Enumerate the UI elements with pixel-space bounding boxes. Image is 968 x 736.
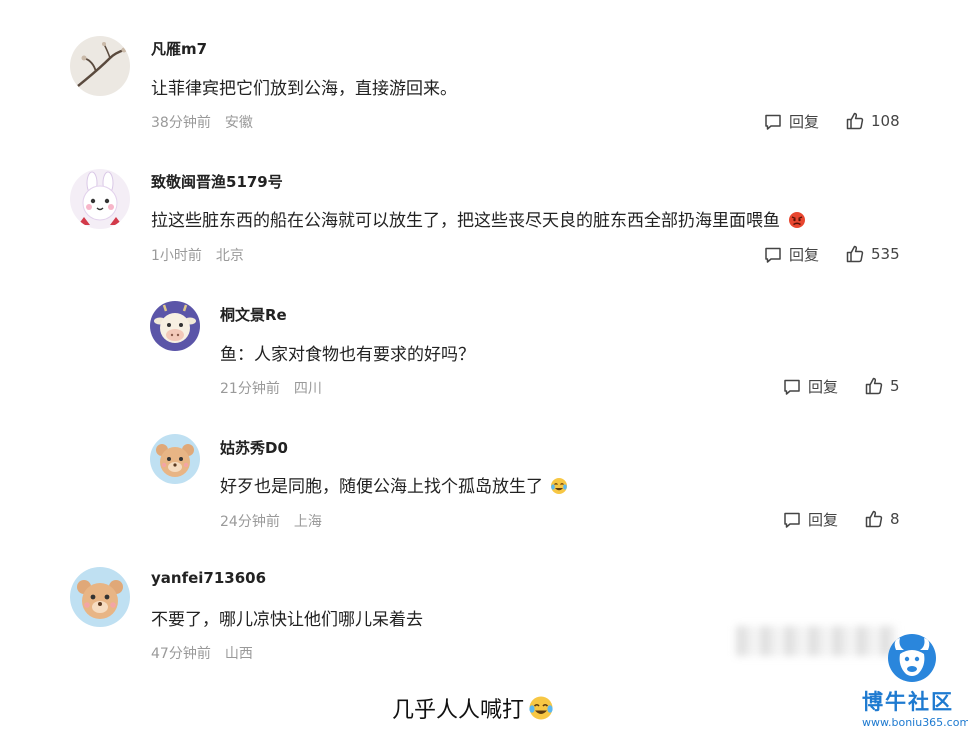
speech-bubble-icon [784,512,800,528]
avatar[interactable] [150,434,200,484]
location: 安徽 [224,115,253,131]
avatar[interactable] [70,567,130,627]
comment-text: 不要了，哪儿凉快让他们哪儿呆着去 [151,610,423,630]
image-caption: 几乎人人喊打 [392,692,554,724]
reply-label: 回复 [789,246,820,264]
reply-button[interactable]: 回复 [782,509,838,530]
thumbs-up-icon [846,245,864,263]
avatar[interactable] [150,301,200,351]
comment-meta: 38分钟前 安徽 [151,112,253,132]
comment-text: 好歹也是同胞，随便公海上找个孤岛放生了 [220,472,568,497]
comment-meta: 24分钟前 上海 [220,511,322,531]
username[interactable]: 致敬闽晋渔5179号 [151,171,283,192]
bull-logo-icon [888,634,936,682]
comment-meta: 47分钟前 山西 [151,643,253,663]
reply-label: 回复 [808,378,839,396]
speech-bubble-icon [784,379,800,395]
avatar-cartoon-cow-image [150,301,200,351]
location: 北京 [215,248,244,264]
location: 上海 [293,514,322,530]
comment-text: 鱼：人家对食物也有要求的好吗？ [220,345,475,365]
username[interactable]: 姑苏秀D0 [220,437,288,458]
avatar[interactable] [70,169,130,229]
watermark-url: www.boniu365.com [862,716,968,729]
timestamp: 38分钟前 [151,115,211,131]
like-count: 535 [871,245,900,263]
like-count: 5 [890,377,900,395]
avatar[interactable] [70,36,130,96]
avatar-cartoon-bear-image [150,434,200,484]
angry-face-emoji [788,211,806,229]
like-button[interactable]: 5 [864,376,900,396]
location: 四川 [293,381,322,397]
laughing-tears-emoji [528,695,554,721]
comment-text: 让菲律宾把它们放到公海，直接游回来。 [151,79,457,99]
reply-button[interactable]: 回复 [763,111,819,132]
timestamp: 47分钟前 [151,646,211,662]
comment-meta: 1小时前 北京 [151,245,244,265]
comment-text: 拉这些脏东西的船在公海就可以放生了，把这些丧尽天良的脏东西全部扔海里面喂鱼 [151,206,806,231]
speech-bubble-icon [765,247,781,263]
avatar-branch-image [70,36,130,96]
thumbs-up-icon [846,112,864,130]
comment-meta: 21分钟前 四川 [220,378,322,398]
username[interactable]: 桐文景Re [220,304,287,325]
watermark: 博牛社区 www.boniu365.com [856,630,968,734]
reply-button[interactable]: 回复 [782,376,838,397]
like-count: 8 [890,510,900,528]
thumbs-up-icon [865,377,883,395]
avatar-cartoon-bunny-image [70,169,130,229]
like-button[interactable]: 8 [864,509,900,529]
username[interactable]: yanfei713606 [151,569,266,587]
reply-label: 回复 [789,113,820,131]
reply-label: 回复 [808,511,839,529]
speech-bubble-icon [765,114,781,130]
laughing-tears-emoji [550,477,568,495]
timestamp: 24分钟前 [220,514,280,530]
like-button[interactable]: 535 [845,244,900,264]
username[interactable]: 凡雁m7 [151,38,207,59]
watermark-title: 博牛社区 [862,690,954,714]
like-count: 108 [871,112,900,130]
timestamp: 21分钟前 [220,381,280,397]
reply-button[interactable]: 回复 [763,244,819,265]
avatar-cartoon-bear-image [70,567,130,627]
thumbs-up-icon [865,510,883,528]
location: 山西 [224,646,253,662]
timestamp: 1小时前 [151,248,202,264]
like-button[interactable]: 108 [845,111,900,131]
